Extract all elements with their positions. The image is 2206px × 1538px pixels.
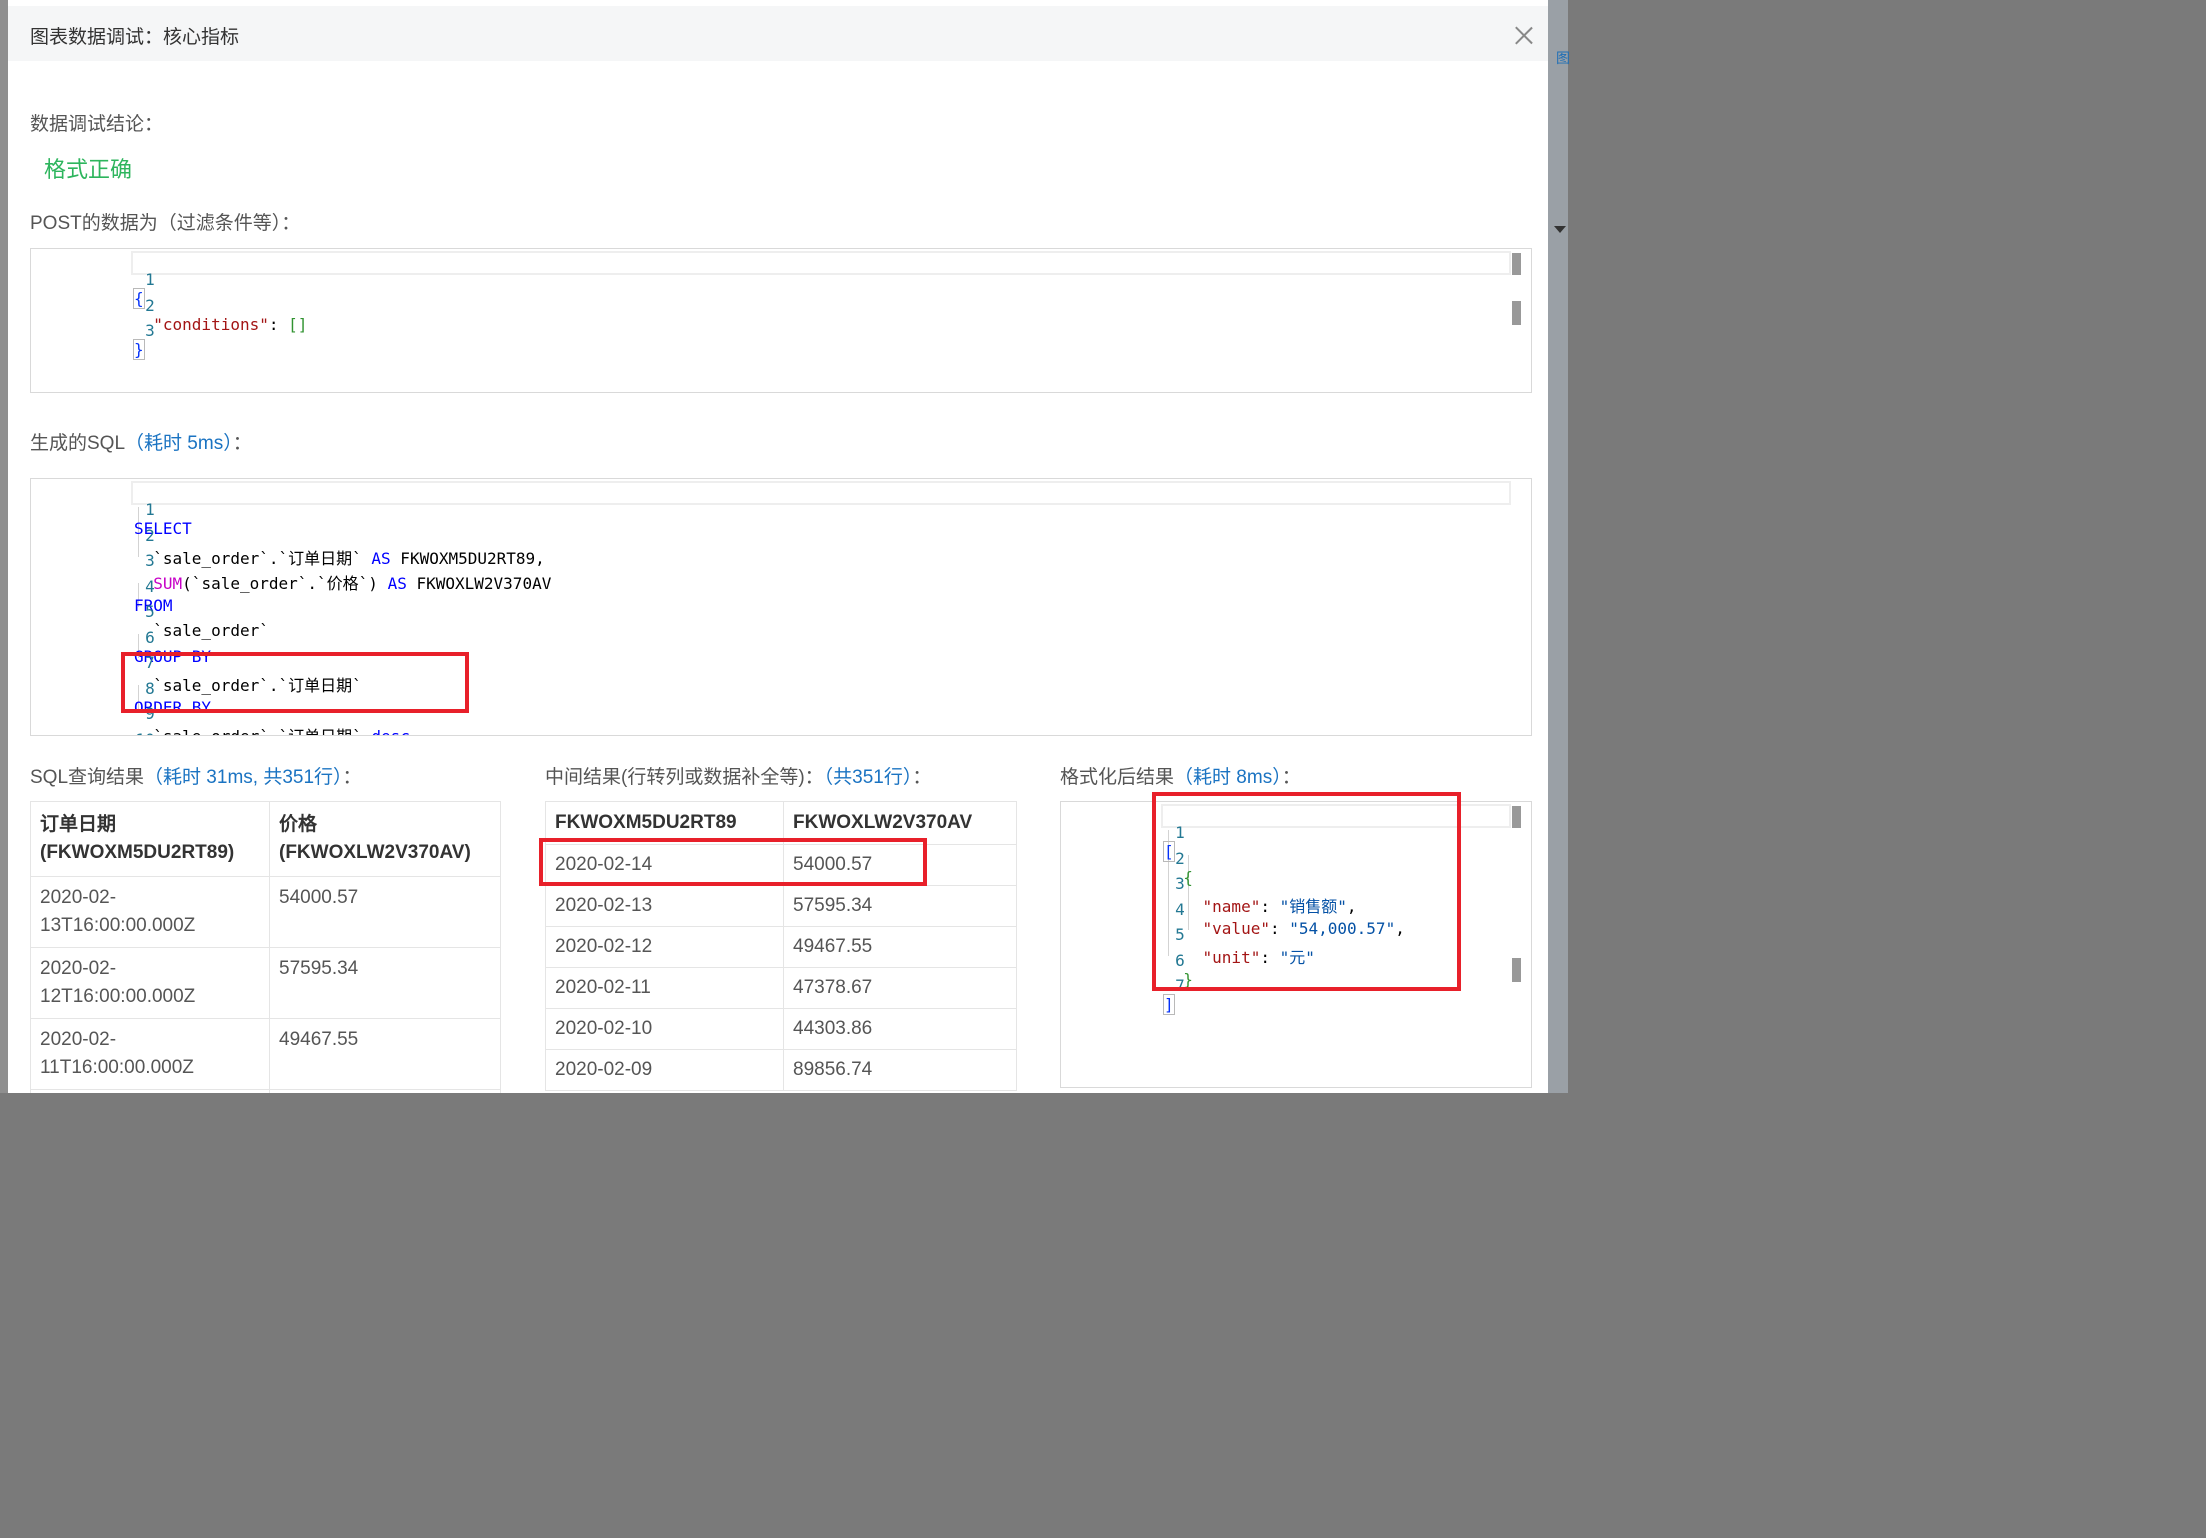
table-cell: 44303.86 <box>783 1008 1017 1050</box>
table-row <box>30 1089 501 1093</box>
table-cell: 89856.74 <box>783 1049 1017 1091</box>
modal-header: 图表数据调试：核心指标 <box>8 6 1548 61</box>
debug-conclusion-label: 数据调试结论： <box>30 114 164 135</box>
post-data-editor[interactable]: 1 { 2 "conditions": [] 3 } <box>30 248 1532 393</box>
background-link[interactable]: 图 <box>1556 48 1570 68</box>
column-header: 订单日期 (FKWOXM5DU2RT89) <box>30 801 270 877</box>
table-cell <box>269 1089 501 1093</box>
table-row: 2020-02-13 57595.34 <box>545 885 1017 927</box>
generated-sql-label: 生成的SQL（耗时 5ms）： <box>30 433 252 454</box>
code-line: 1 [ <box>1061 804 1531 862</box>
code-line: 2 "conditions": [] <box>31 277 1531 334</box>
modal-backdrop <box>0 0 8 1093</box>
table-row: 2020-02- 12T16:00:00.000Z 57595.34 <box>30 947 501 1019</box>
sql-result-table: 订单日期 (FKWOXM5DU2RT89) 价格 (FKWOXLW2V370AV) … <box>30 801 501 1093</box>
modal-title: 图表数据调试：核心指标 <box>30 27 240 48</box>
code-line: 2 `sale_order`.`订单日期` AS FKWOXM5DU2RT89, <box>31 507 1531 568</box>
table-cell: 2020-02-13 <box>545 885 784 927</box>
background-caret-icon <box>1554 226 1566 233</box>
code-line: 6 } <box>1061 932 1531 989</box>
debug-conclusion-result: 格式正确 <box>44 157 133 182</box>
code-line: 3 "name": "销售额", <box>1061 855 1531 916</box>
table-row: 2020-02- 13T16:00:00.000Z 54000.57 <box>30 876 501 948</box>
scrollbar-thumb[interactable] <box>1512 253 1521 275</box>
table-cell: 57595.34 <box>783 885 1017 927</box>
table-row: 2020-02-12 49467.55 <box>545 926 1017 968</box>
column-header: FKWOXM5DU2RT89 <box>545 801 784 845</box>
table-row: 2020-02-09 89856.74 <box>545 1049 1017 1091</box>
close-icon[interactable] <box>1510 22 1538 50</box>
code-line: 1 SELECT <box>31 481 1531 538</box>
code-text: ] <box>1163 994 1175 1015</box>
table-header-row: 订单日期 (FKWOXM5DU2RT89) 价格 (FKWOXLW2V370AV) <box>30 801 501 877</box>
intermediate-result-table: FKWOXM5DU2RT89 FKWOXLW2V370AV 2020-02-14… <box>545 801 1017 1091</box>
table-row: 2020-02-11 47378.67 <box>545 967 1017 1009</box>
code-line: 1 { <box>31 251 1531 309</box>
sql-result-label: SQL查询结果（耗时 31ms, 共351行）： <box>30 767 362 788</box>
column-header: 价格 (FKWOXLW2V370AV) <box>269 801 501 877</box>
code-line: 9 `sale_order`.`订单日期` desc <box>31 685 1531 735</box>
code-line: 8 ORDER BY <box>31 660 1531 717</box>
sql-editor[interactable]: 1 SELECT 2 `sale_order`.`订单日期` AS FKWOXM… <box>30 478 1532 736</box>
scrollbar-thumb[interactable] <box>1512 301 1521 325</box>
table-cell: 2020-02- 12T16:00:00.000Z <box>30 947 270 1019</box>
code-line: 3 } <box>31 302 1531 360</box>
table-cell: 2020-02-14 <box>545 844 784 886</box>
table-cell: 2020-02-12 <box>545 926 784 968</box>
line-number: 7 <box>1175 976 1185 995</box>
table-cell: 49467.55 <box>269 1018 501 1090</box>
code-line: 4 "value": "54,000.57", <box>1061 881 1531 938</box>
scrollbar-thumb[interactable] <box>1512 806 1521 828</box>
code-line: 4 FROM <box>31 558 1531 615</box>
table-cell: 2020-02-10 <box>545 1008 784 1050</box>
table-row: 2020-02-14 54000.57 <box>545 844 1017 886</box>
table-row: 2020-02-10 44303.86 <box>545 1008 1017 1050</box>
chart-data-debug-modal: 图表数据调试：核心指标 数据调试结论： 格式正确 POST的数据为（过滤条件等）… <box>8 0 1548 1093</box>
code-line: 5 `sale_order` <box>31 583 1531 640</box>
line-number: 10 <box>89 730 155 736</box>
code-line: 10 LIMIT 0, 10000 <box>31 711 1531 736</box>
code-line: 5 "unit": "元" <box>1061 906 1531 967</box>
table-cell: 2020-02- 13T16:00:00.000Z <box>30 876 270 948</box>
table-cell: 2020-02-09 <box>545 1049 784 1091</box>
scrollbar-thumb[interactable] <box>1512 958 1521 982</box>
table-cell: 49467.55 <box>783 926 1017 968</box>
column-header: FKWOXLW2V370AV <box>783 801 1017 845</box>
table-cell: 54000.57 <box>269 876 501 948</box>
background-page: 图 <box>1548 0 1570 1093</box>
table-cell: 2020-02-11 <box>545 967 784 1009</box>
code-line: 6 GROUP BY <box>31 609 1531 666</box>
code-line: 7 ] <box>1061 957 1531 1015</box>
code-line: 3 SUM(`sale_order`.`价格`) AS FKWOXLW2V370… <box>31 532 1531 593</box>
formatted-result-editor[interactable]: 1 [ 2 { 3 "name": "销售额", 4 "value": "54,… <box>1060 801 1532 1088</box>
line-number: 3 <box>145 321 155 340</box>
table-cell: 2020-02- 11T16:00:00.000Z <box>30 1018 270 1090</box>
formatted-result-label: 格式化后结果（耗时 8ms）： <box>1060 767 1301 788</box>
intermediate-result-label: 中间结果(行转列或数据补全等)：（共351行）： <box>545 767 932 788</box>
table-row: 2020-02- 11T16:00:00.000Z 49467.55 <box>30 1018 501 1090</box>
code-line: 7 `sale_order`.`订单日期` <box>31 634 1531 695</box>
table-cell: 47378.67 <box>783 967 1017 1009</box>
table-cell <box>30 1089 270 1093</box>
code-line: 2 { <box>1061 830 1531 887</box>
table-header-row: FKWOXM5DU2RT89 FKWOXLW2V370AV <box>545 801 1017 845</box>
code-text: } <box>133 339 145 360</box>
table-cell: 54000.57 <box>783 844 1017 886</box>
table-cell: 57595.34 <box>269 947 501 1019</box>
post-data-label: POST的数据为（过滤条件等）： <box>30 213 301 234</box>
